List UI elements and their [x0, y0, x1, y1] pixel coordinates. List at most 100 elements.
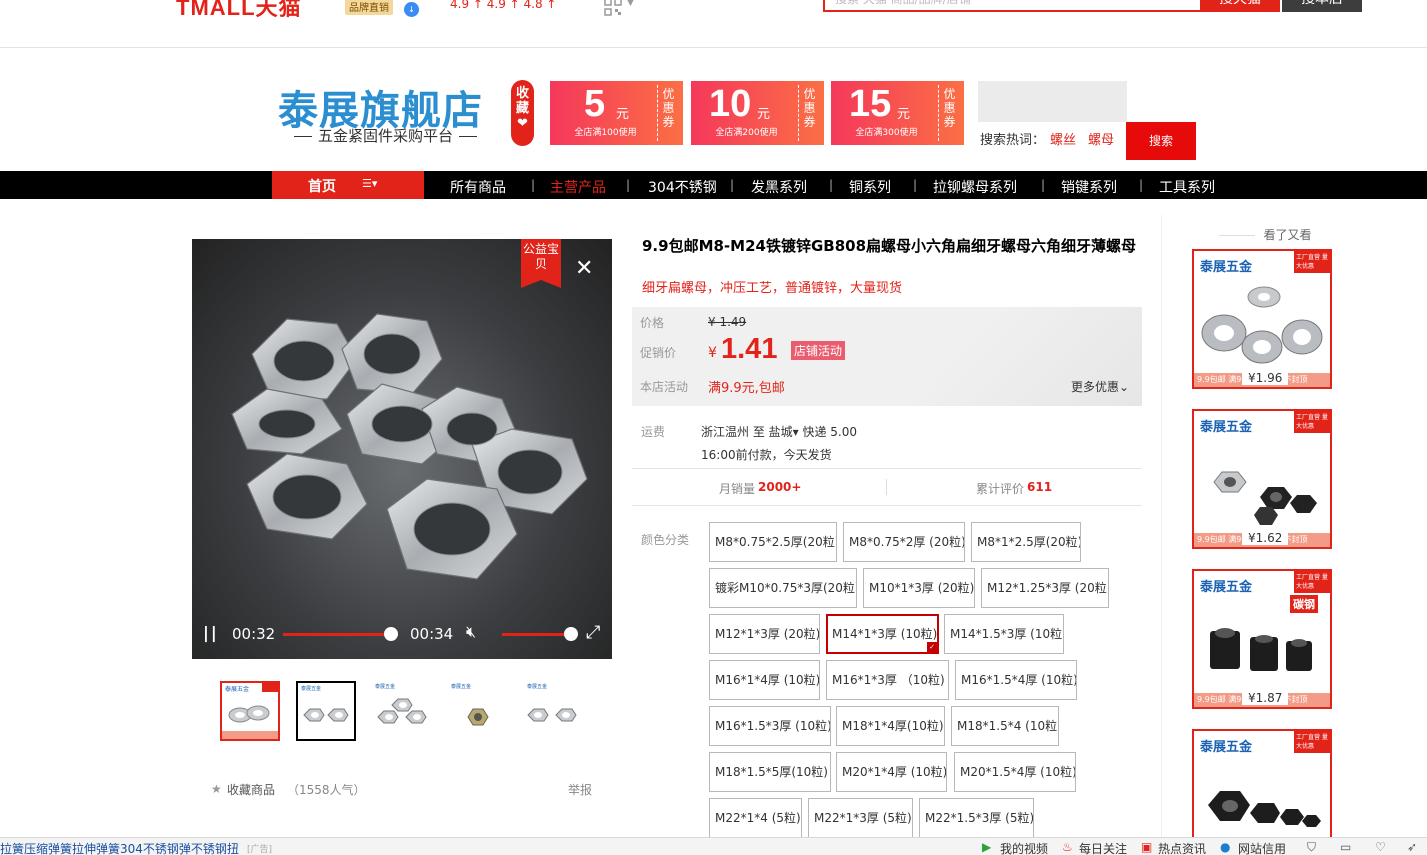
nav-item-main-products[interactable]: 主营产品: [550, 177, 606, 197]
shipping-info[interactable]: 浙江温州 至 盐城▾ 快递 5.00: [701, 423, 857, 440]
chevron-down-icon[interactable]: ▼: [627, 0, 634, 8]
status-site-credit[interactable]: 网站信用: [1238, 840, 1286, 855]
sku-option[interactable]: M20*1*4厚 (10粒): [836, 752, 947, 792]
hot-keyword[interactable]: 螺母: [1088, 129, 1114, 148]
volume-slider[interactable]: [502, 633, 570, 636]
reviews-label[interactable]: 累计评价: [976, 480, 1024, 497]
product-subtitle: 细牙扁螺母，冲压工艺，普通镀锌，大量现货: [642, 281, 903, 296]
nav-item-black[interactable]: 发黑系列: [751, 177, 807, 197]
black-nuts-image: [1210, 628, 1312, 671]
nav-home[interactable]: 首页 ☰▾: [272, 171, 424, 199]
sku-option[interactable]: M12*1.25*3厚 (20粒): [981, 568, 1109, 608]
sku-option[interactable]: M14*1.5*3厚 (10粒): [944, 614, 1064, 654]
coupon-15[interactable]: 15 元 全店满300使用 优惠券: [831, 81, 964, 145]
nav-item-copper[interactable]: 铜系列: [849, 177, 891, 197]
sku-option[interactable]: M20*1.5*4厚 (10粒): [954, 752, 1076, 792]
coupon-tag: 优惠券: [798, 85, 820, 141]
monthly-sales-label: 月销量: [719, 482, 756, 496]
thumbnail-selected[interactable]: 泰展五金: [296, 681, 356, 741]
shop-search-input[interactable]: [978, 81, 1127, 122]
search-shop-button[interactable]: 搜本店: [1282, 0, 1362, 12]
report-link[interactable]: 举报: [568, 781, 592, 798]
sku-option[interactable]: M16*1.5*4厚 (10粒): [955, 660, 1077, 700]
send-icon[interactable]: ➶: [1407, 840, 1417, 854]
qr-code-icon[interactable]: [604, 0, 622, 16]
pause-icon[interactable]: ||: [203, 623, 219, 642]
nav-separator: |: [531, 178, 536, 192]
rec-price: ¥1.96: [1242, 372, 1289, 385]
nav-item-tools[interactable]: 工具系列: [1159, 177, 1215, 197]
sku-option-selected[interactable]: M14*1*3厚 (10粒): [826, 614, 939, 654]
sku-option[interactable]: M18*1*4厚(10粒): [836, 706, 945, 746]
close-icon[interactable]: ✕: [575, 256, 593, 281]
coupon-unit: 元: [616, 107, 630, 122]
sku-option[interactable]: M10*1*3厚 (20粒): [863, 568, 975, 608]
washers-image: [1201, 286, 1323, 364]
activity-value: 满9.9元,包邮: [708, 381, 785, 396]
sku-option[interactable]: M16*1.5*3厚 (10粒): [709, 706, 831, 746]
fire-icon: ♨: [1062, 840, 1073, 854]
thumbnail[interactable]: 泰展五金: [372, 681, 432, 741]
coupon-10[interactable]: 10 元 全店满200使用 优惠券: [691, 81, 824, 145]
store-activity-tag: 店铺活动: [791, 341, 846, 360]
search-input[interactable]: 搜索 天猫 商品/品牌/店铺: [823, 0, 1203, 12]
sku-option[interactable]: M18*1.5*5厚(10粒): [709, 752, 831, 792]
reviews-count[interactable]: 611: [1027, 480, 1052, 494]
collect-item-link[interactable]: 收藏商品: [227, 781, 275, 798]
status-hot-news[interactable]: 热点资讯: [1158, 840, 1206, 855]
recommended-item[interactable]: 泰展五金工厂直营 量大优惠 碳钢 9.9包邮 满9.9元包邮 上不封顶 ¥1.8…: [1192, 569, 1332, 709]
recommended-item[interactable]: 泰展五金 工厂直营 量大优惠: [1192, 729, 1332, 837]
status-daily-focus[interactable]: 每日关注: [1079, 840, 1127, 855]
sku-option[interactable]: M22*1.5*3厚 (5粒): [919, 798, 1034, 838]
info-icon[interactable]: ↓: [404, 2, 419, 17]
search-tmall-button[interactable]: 搜天猫: [1200, 0, 1280, 12]
star-icon[interactable]: ★: [211, 782, 222, 796]
sku-option[interactable]: M18*1.5*4 (10粒): [951, 706, 1059, 746]
sku-option[interactable]: M16*1*3厚 （10粒): [826, 660, 949, 700]
color-category-label: 颜色分类: [641, 533, 690, 547]
coupon-5[interactable]: 5 元 全店满100使用 优惠券: [550, 81, 683, 145]
coupon-condition: 全店满100使用: [574, 128, 637, 138]
rec-corner-label: 工厂直营 量大优惠: [1294, 411, 1330, 433]
thumbnail[interactable]: 泰展五金: [220, 681, 280, 741]
nav-item-rivet-nut[interactable]: 拉铆螺母系列: [933, 177, 1017, 197]
status-my-videos[interactable]: 我的视频: [1000, 840, 1048, 855]
collect-shop-button[interactable]: 收藏 ❤: [511, 80, 534, 146]
sku-option[interactable]: M8*0.75*2厚 (20粒): [843, 522, 965, 562]
sku-option[interactable]: M16*1*4厚 (10粒): [709, 660, 820, 700]
chevron-down-icon: ⌄: [1119, 380, 1130, 394]
fullscreen-icon[interactable]: ⤢: [586, 622, 600, 643]
menu-icon[interactable]: ☰▾: [362, 177, 377, 190]
price-label: 价格: [640, 316, 665, 330]
status-news-link[interactable]: 拉簧压缩弹簧拉伸弹簧304不锈钢弹不锈钢扭: [0, 840, 239, 855]
sku-option[interactable]: M12*1*3厚 (20粒): [709, 614, 820, 654]
mute-icon[interactable]: 🔇︎: [466, 622, 476, 642]
volume-handle[interactable]: [564, 627, 578, 641]
tmall-logo[interactable]: TMALL天猫: [176, 0, 302, 22]
shield-icon[interactable]: ⛉: [1307, 840, 1316, 855]
hot-keyword[interactable]: 螺丝: [1050, 129, 1076, 148]
sku-option[interactable]: 镀彩M10*0.75*3厚(20粒): [709, 568, 857, 608]
coupon-amount: 10: [709, 83, 752, 125]
more-discounts-link[interactable]: 更多优惠⌄: [1071, 378, 1129, 395]
nav-item-304[interactable]: 304不锈钢: [648, 177, 717, 197]
sku-option[interactable]: M8*0.75*2.5厚(20粒): [709, 522, 837, 562]
image-icon[interactable]: ▭: [1340, 840, 1351, 854]
rec-price: ¥1.87: [1242, 692, 1289, 705]
nav-item-pin-key[interactable]: 销键系列: [1061, 177, 1117, 197]
rec-logo: 泰展五金: [1200, 740, 1253, 755]
recommended-item[interactable]: 泰展五金工厂直营 量大优惠 9.9包邮 满9.9元包邮 上不封顶 ¥1.62: [1192, 409, 1332, 549]
shop-search-button[interactable]: 搜索: [1126, 122, 1196, 160]
heart-icon[interactable]: ♡: [1375, 840, 1386, 854]
video-current-time: 00:32: [232, 625, 276, 643]
thumbnail[interactable]: 泰展五金: [448, 681, 508, 741]
product-video[interactable]: [192, 239, 612, 659]
nav-item-all-products[interactable]: 所有商品: [450, 177, 506, 197]
thumbnail[interactable]: 泰展五金: [524, 681, 584, 741]
recommended-item[interactable]: 泰展五金工厂直营 量大优惠 9.9包邮 满9.9元包邮 上不封顶 ¥1.96: [1192, 249, 1332, 389]
sku-option[interactable]: M22*1*4 (5粒): [709, 798, 802, 838]
video-progress-handle[interactable]: [384, 627, 398, 641]
video-progress-bar[interactable]: [283, 633, 393, 636]
sku-option[interactable]: M22*1*3厚 (5粒): [808, 798, 913, 838]
sku-option[interactable]: M8*1*2.5厚(20粒): [971, 522, 1081, 562]
